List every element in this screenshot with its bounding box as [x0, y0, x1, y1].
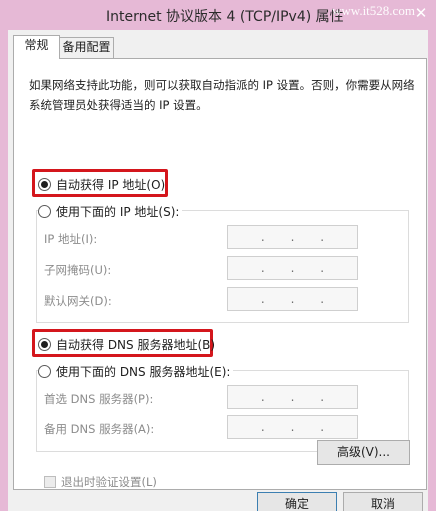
validate-checkbox[interactable] — [44, 476, 56, 488]
subnet-mask-field[interactable]: ... — [227, 256, 358, 280]
watermark-text: www.it528.com — [332, 3, 415, 18]
ip-address-field[interactable]: ... — [227, 225, 358, 249]
tab-alternate-config[interactable]: 备用配置 — [59, 37, 114, 58]
dialog-window: Internet 协议版本 4 (TCP/IPv4) 属性 www.it528.… — [0, 0, 436, 511]
preferred-dns-label: 首选 DNS 服务器(P): — [44, 392, 154, 406]
tab-general[interactable]: 常规 — [13, 35, 60, 59]
radio-button[interactable] — [38, 205, 51, 218]
advanced-button[interactable]: 高级(V)... — [317, 440, 410, 465]
radio-auto-dns[interactable]: 自动获得 DNS 服务器地址(B) — [38, 336, 215, 353]
cancel-button[interactable]: 取消 — [343, 492, 423, 511]
general-tab-panel: 如果网络支持此功能，则可以获取自动指派的 IP 设置。否则，你需要从网络系统管理… — [13, 58, 427, 490]
dialog-client-area: 常规 备用配置 如果网络支持此功能，则可以获取自动指派的 IP 设置。否则，你需… — [8, 30, 428, 511]
validate-label: 退出时验证设置(L) — [61, 475, 157, 489]
default-gateway-field[interactable]: ... — [227, 287, 358, 311]
alternate-dns-field[interactable]: ... — [227, 415, 358, 439]
radio-auto-ip-label: 自动获得 IP 地址(O) — [56, 178, 166, 192]
radio-manual-ip[interactable]: 使用下面的 IP 地址(S): — [38, 203, 183, 220]
validate-on-exit[interactable]: 退出时验证设置(L) — [44, 474, 157, 490]
subnet-mask-label: 子网掩码(U): — [44, 263, 112, 277]
alternate-dns-label: 备用 DNS 服务器(A): — [44, 422, 155, 436]
radio-manual-dns[interactable]: 使用下面的 DNS 服务器地址(E): — [38, 363, 234, 380]
radio-auto-ip[interactable]: 自动获得 IP 地址(O) — [38, 176, 165, 193]
radio-manual-dns-label: 使用下面的 DNS 服务器地址(E): — [56, 365, 231, 379]
description-text: 如果网络支持此功能，则可以获取自动指派的 IP 设置。否则，你需要从网络系统管理… — [29, 78, 415, 112]
radio-button[interactable] — [38, 178, 51, 191]
ok-button[interactable]: 确定 — [257, 492, 337, 511]
window-title: Internet 协议版本 4 (TCP/IPv4) 属性 — [106, 9, 344, 25]
radio-button[interactable] — [38, 338, 51, 351]
radio-auto-dns-label: 自动获得 DNS 服务器地址(B) — [56, 338, 216, 352]
radio-manual-ip-label: 使用下面的 IP 地址(S): — [56, 205, 180, 219]
ip-address-label: IP 地址(I): — [44, 232, 98, 246]
default-gateway-label: 默认网关(D): — [44, 294, 112, 308]
close-icon[interactable]: ✕ — [410, 2, 432, 24]
radio-button[interactable] — [38, 365, 51, 378]
title-bar[interactable]: Internet 协议版本 4 (TCP/IPv4) 属性 www.it528.… — [0, 0, 436, 30]
preferred-dns-field[interactable]: ... — [227, 385, 358, 409]
